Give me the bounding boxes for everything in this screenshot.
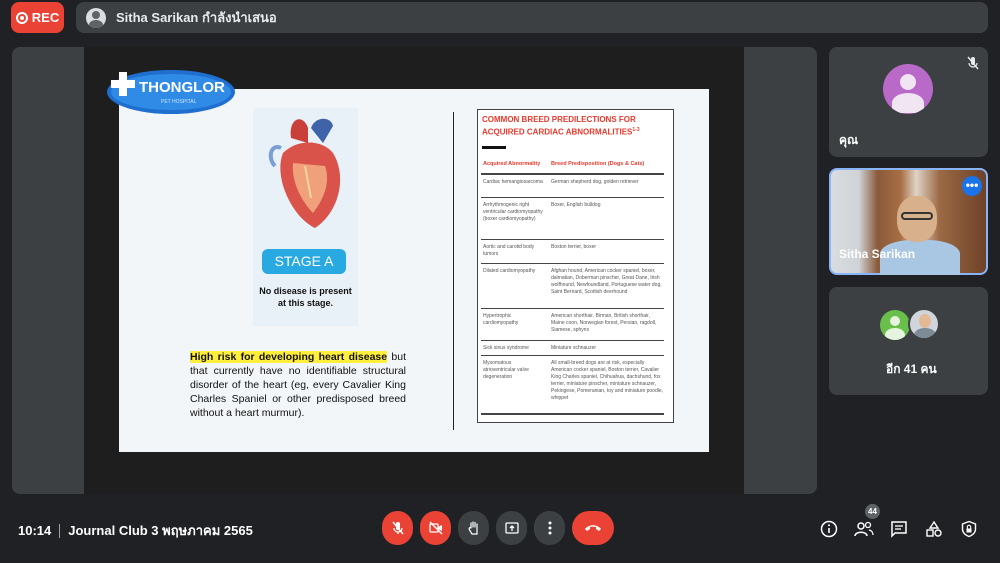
row-7-abnormality: Myxomatous atrioventricular valve degene… bbox=[483, 360, 529, 380]
row-2-breed: Boxer, English bulldog bbox=[551, 202, 601, 208]
activities-icon bbox=[926, 520, 942, 537]
table-bottom-rule bbox=[481, 413, 664, 415]
row-rule bbox=[481, 263, 664, 264]
meeting-info: 10:14 Journal Club 3 พฤษภาคม 2565 bbox=[18, 520, 253, 541]
camera-off-icon bbox=[428, 521, 443, 535]
people-count-badge: 44 bbox=[865, 504, 880, 519]
recording-label: REC bbox=[31, 10, 60, 25]
leave-call-button[interactable] bbox=[572, 511, 614, 545]
logo-text: THONGLOR bbox=[139, 79, 225, 96]
people-icon bbox=[854, 521, 874, 537]
row-2-abnormality: Arrhythmogenic right ventricular cardiom… bbox=[483, 202, 543, 222]
host-controls-button[interactable] bbox=[957, 517, 981, 541]
table-title: COMMON BREED PREDILECTIONS FOR ACQUIRED … bbox=[482, 115, 667, 138]
row-5-breed: American shorthair, Birman, British shor… bbox=[551, 313, 657, 333]
row-3-breed: Boston terrier, boxer bbox=[551, 244, 597, 250]
shield-lock-icon bbox=[961, 520, 977, 538]
participant-photo-avatar bbox=[908, 308, 940, 340]
hang-up-icon bbox=[585, 525, 601, 531]
col-header-abnormality: Acquired Abnormality bbox=[483, 161, 541, 167]
mic-toggle-button[interactable] bbox=[382, 511, 413, 545]
stage-a-label: STAGE A bbox=[262, 249, 346, 274]
mic-muted-icon bbox=[963, 56, 983, 76]
row-rule bbox=[481, 340, 664, 341]
hospital-logo: THONGLOR PET HOSPITAL bbox=[107, 70, 235, 114]
meeting-details-button[interactable] bbox=[817, 517, 841, 541]
people-button[interactable] bbox=[852, 517, 876, 541]
logo-subtext: PET HOSPITAL bbox=[161, 99, 197, 105]
row-rule bbox=[481, 197, 664, 198]
row-6-abnormality: Sick sinus syndrome bbox=[483, 345, 529, 351]
recording-badge: REC bbox=[11, 2, 64, 33]
presenter-banner: Sitha Sarikan กำลังนำเสนอ bbox=[76, 2, 988, 33]
chat-icon bbox=[891, 521, 907, 538]
row-rule bbox=[481, 239, 664, 240]
camera-toggle-button[interactable] bbox=[420, 511, 451, 545]
highlighted-text: High risk for developing heart disease bbox=[190, 351, 388, 363]
separator bbox=[59, 523, 61, 538]
table-title-text: COMMON BREED PREDILECTIONS FOR ACQUIRED … bbox=[482, 115, 636, 137]
title-underline bbox=[482, 146, 506, 149]
activities-button[interactable] bbox=[922, 517, 946, 541]
header-rule bbox=[481, 173, 664, 175]
others-count-label: อีก 41 คน bbox=[886, 362, 937, 376]
presenter-text: Sitha Sarikan กำลังนำเสนอ bbox=[116, 10, 277, 25]
chat-button[interactable] bbox=[887, 517, 911, 541]
col-header-breed: Breed Predisposition (Dogs & Cats) bbox=[551, 161, 645, 167]
mic-off-icon bbox=[391, 521, 404, 535]
hand-icon bbox=[468, 521, 478, 535]
row-1-abnormality: Cardiac hemangiosarcoma bbox=[483, 179, 543, 185]
presenter-avatar bbox=[86, 7, 106, 28]
meeting-title: Journal Club 3 พฤษภาคม 2565 bbox=[68, 523, 253, 538]
slide-divider bbox=[453, 112, 454, 430]
row-1-breed: German shepherd dog, golden retriever bbox=[551, 179, 639, 185]
self-label: คุณ bbox=[839, 133, 859, 147]
raise-hand-button[interactable] bbox=[458, 511, 489, 545]
info-icon bbox=[820, 520, 838, 538]
presenter-tile-label: Sitha Sarikan bbox=[839, 247, 916, 261]
row-5-abnormality: Hypertrophic cardiomyopathy bbox=[483, 313, 519, 326]
more-options-icon[interactable]: ••• bbox=[962, 176, 982, 196]
row-rule bbox=[481, 308, 664, 309]
row-4-abnormality: Dilated cardiomyopathy bbox=[483, 268, 536, 274]
stage-description: High risk for developing heart disease b… bbox=[190, 350, 406, 420]
self-avatar bbox=[883, 64, 933, 114]
row-4-breed: Afghan hound, American cocker spaniel, b… bbox=[551, 268, 662, 295]
no-disease-text: No disease is present at this stage. bbox=[259, 286, 352, 308]
heart-illustration bbox=[268, 118, 341, 228]
present-screen-button[interactable] bbox=[496, 511, 527, 545]
row-6-breed: Miniature schnauzer bbox=[551, 345, 597, 351]
record-icon bbox=[15, 11, 28, 24]
row-3-abnormality: Aortic and carotid body tumors bbox=[483, 244, 535, 257]
table-title-sup: 1-3 bbox=[632, 127, 640, 133]
more-options-button[interactable] bbox=[534, 511, 565, 545]
participant-avatar bbox=[880, 310, 910, 340]
row-7-breed: All small-breed dogs are at risk, especi… bbox=[551, 360, 664, 401]
row-rule bbox=[481, 355, 664, 356]
present-icon bbox=[504, 522, 519, 534]
more-vert-icon bbox=[548, 521, 551, 535]
presenter-glasses bbox=[901, 212, 933, 220]
clock-time: 10:14 bbox=[18, 523, 52, 538]
